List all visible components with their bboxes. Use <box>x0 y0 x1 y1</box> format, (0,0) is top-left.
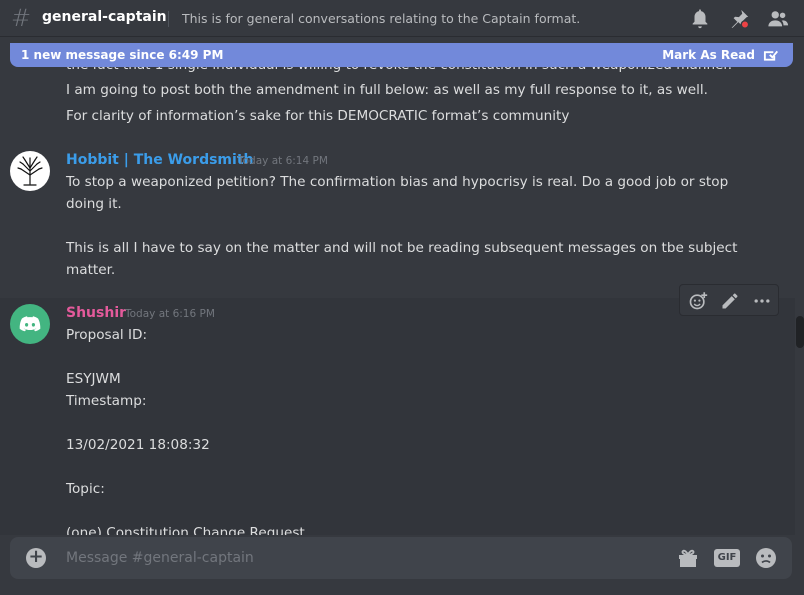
channel-header: # general-captain This is for general co… <box>0 0 804 37</box>
message-toolbar <box>679 284 779 316</box>
mark-as-read-button[interactable]: Mark As Read <box>662 48 755 62</box>
new-messages-text[interactable]: 1 new message since 6:49 PM <box>21 48 223 62</box>
mark-read-icon[interactable] <box>763 48 778 62</box>
gift-icon[interactable] <box>676 546 700 570</box>
message-timestamp: Today at 6:16 PM <box>125 308 215 320</box>
message-line: matter. <box>66 262 116 278</box>
gif-icon[interactable]: GIF <box>714 546 740 570</box>
author-name[interactable]: Shushir <box>66 305 126 321</box>
message-line: (one) Constitution Change Request <box>66 525 305 535</box>
message-input[interactable] <box>66 547 656 569</box>
channel-name: general-captain <box>42 9 167 25</box>
message-composer: + GIF <box>10 537 792 579</box>
tree-icon <box>17 156 43 186</box>
message-line: Timestamp: <box>66 393 147 409</box>
pin-icon[interactable] <box>728 8 750 30</box>
new-messages-bar[interactable]: 1 new message since 6:49 PM Mark As Read <box>10 43 793 67</box>
message-line: I am going to post both the amendment in… <box>66 82 708 98</box>
discord-logo-icon <box>19 316 41 332</box>
scrollbar-thumb[interactable] <box>796 316 804 348</box>
author-name[interactable]: Hobbit | The Wordsmith <box>66 152 253 168</box>
bell-icon[interactable] <box>689 8 711 30</box>
add-reaction-icon[interactable] <box>688 291 708 311</box>
hash-icon: # <box>11 4 32 32</box>
gif-label: GIF <box>714 549 740 567</box>
message-timestamp: Today at 6:14 PM <box>238 155 328 167</box>
message-line: 13/02/2021 18:08:32 <box>66 437 210 453</box>
channel-topic[interactable]: This is for general conversations relati… <box>182 11 580 26</box>
avatar[interactable] <box>10 151 50 191</box>
avatar[interactable] <box>10 304 50 344</box>
message-line: This is all I have to say on the matter … <box>66 240 738 256</box>
message-line: ESYJWM <box>66 371 121 387</box>
emoji-icon[interactable] <box>754 546 778 570</box>
edit-icon[interactable] <box>720 291 740 311</box>
message-line: To stop a weaponized petition? The confi… <box>66 174 729 190</box>
header-divider <box>168 11 169 27</box>
message-line: For clarity of information’s sake for th… <box>66 108 570 124</box>
members-icon[interactable] <box>767 8 789 30</box>
more-icon[interactable] <box>752 291 772 311</box>
message-line: doing it. <box>66 196 122 212</box>
plus-icon[interactable]: + <box>26 547 46 568</box>
message-line: Proposal ID: <box>66 327 148 343</box>
message-line: Topic: <box>66 481 105 497</box>
message-list[interactable]: the fact that 1 single individual is wil… <box>0 37 795 535</box>
